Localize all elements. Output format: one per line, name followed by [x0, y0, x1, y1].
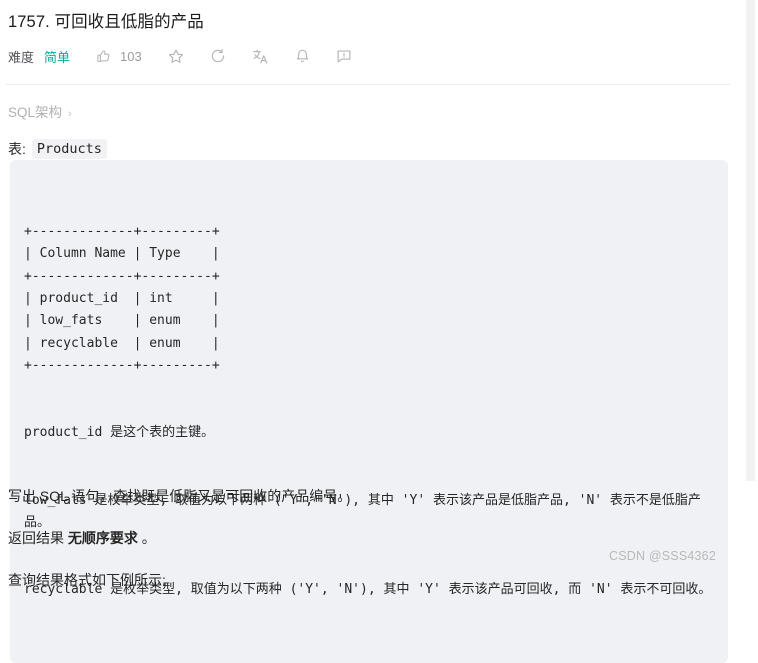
problem-description: 写出 SQL 语句，查找既是低脂又是可回收的产品编号。 返回结果 无顺序要求 。…	[8, 486, 708, 612]
like-count: 103	[120, 48, 142, 64]
ascii-schema-table: +-------------+---------+ | Column Name …	[24, 223, 220, 374]
star-icon	[168, 48, 184, 64]
order-suffix: 。	[137, 530, 156, 546]
notification-button[interactable]	[295, 48, 310, 64]
sql-schema-toggle[interactable]: SQL架构 ›	[0, 85, 738, 121]
sql-schema-label: SQL架构	[8, 105, 63, 120]
order-prefix: 返回结果	[8, 530, 68, 546]
translate-button[interactable]	[252, 48, 269, 65]
thumbs-up-icon	[96, 49, 111, 64]
table-intro: 表: Products	[0, 121, 738, 159]
order-requirement: 返回结果 无顺序要求 。	[8, 528, 708, 548]
order-emphasis: 无顺序要求	[67, 530, 138, 546]
example-intro: 查询结果格式如下例所示:	[8, 572, 166, 588]
chevron-right-icon: ›	[68, 108, 72, 120]
feedback-button[interactable]	[336, 48, 352, 64]
difficulty-label: 难度	[8, 49, 35, 65]
reset-button[interactable]	[210, 48, 226, 64]
translate-icon	[252, 48, 269, 65]
watermark: CSDN @SSS4362	[608, 549, 716, 563]
meta-action-bar: 难度 简单 103	[0, 34, 738, 70]
like-button[interactable]: 103	[96, 49, 142, 64]
difficulty-value: 简单	[44, 49, 71, 65]
table-intro-prefix: 表:	[8, 141, 26, 157]
reset-icon	[210, 48, 226, 64]
page-title: 1757. 可回收且低脂的产品	[8, 13, 204, 31]
problem-page: 1757. 可回收且低脂的产品 难度 简单 103 SQL架构 › 表: Pro…	[0, 0, 738, 663]
comment-icon	[336, 48, 352, 64]
primary-key-note: product_id 是这个表的主键。	[24, 425, 215, 441]
vertical-scrollbar[interactable]	[746, 0, 755, 481]
task-statement: 写出 SQL 语句，查找既是低脂又是可回收的产品编号。	[8, 488, 352, 504]
bell-icon	[295, 48, 310, 64]
table-name-code: Products	[31, 139, 107, 159]
favorite-button[interactable]	[168, 48, 184, 64]
